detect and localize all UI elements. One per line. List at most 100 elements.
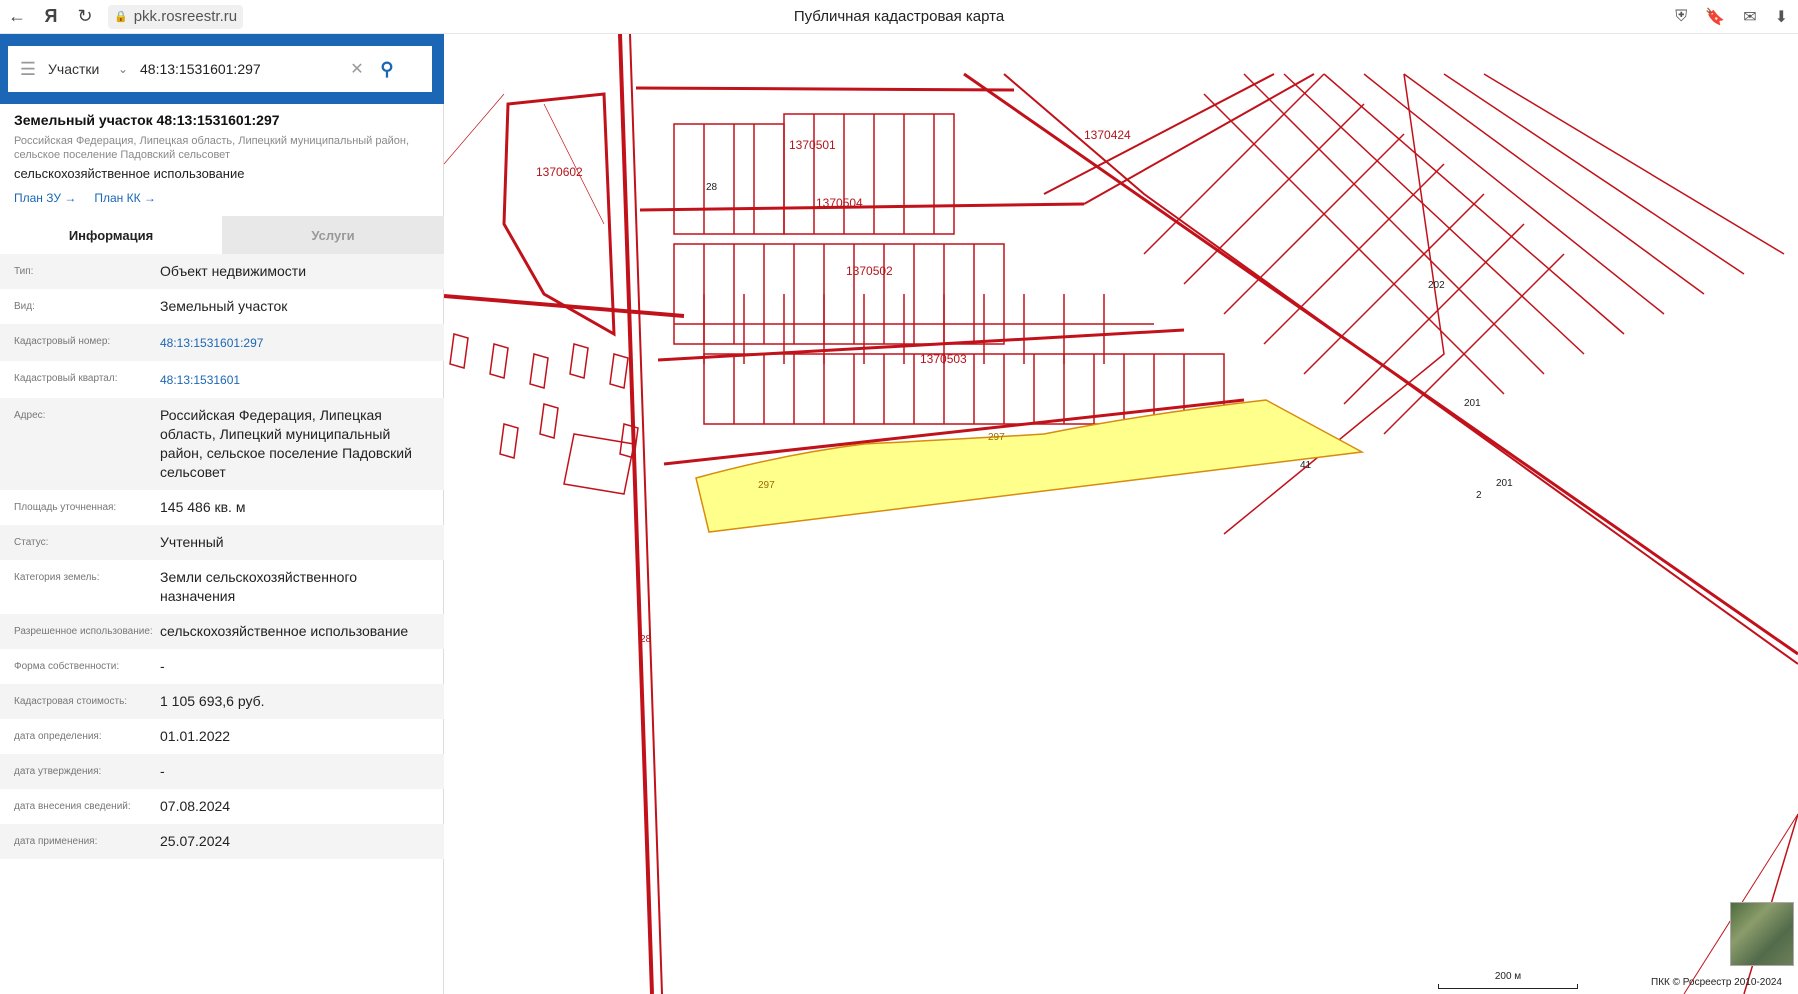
info-label: дата внесения сведений: — [14, 801, 131, 812]
info-value: 07.08.2024 — [160, 798, 231, 814]
plan-zu-link[interactable]: План ЗУ → — [14, 191, 76, 205]
info-row-application-date: дата применения: 25.07.2024 — [0, 824, 444, 859]
info-value: - — [160, 763, 165, 779]
map-label: 1370503 — [920, 352, 967, 366]
info-row-status: Статус: Учтенный — [0, 525, 444, 560]
map-label: 1370602 — [536, 165, 583, 179]
object-type-select[interactable]: Участки — [48, 61, 118, 77]
info-value: 01.01.2022 — [160, 728, 231, 744]
map-label: 1370501 — [789, 138, 836, 152]
info-value: Земли сельскохозяйственного назначения — [160, 569, 358, 604]
info-row-land-category: Категория земель: Земли сельскохозяйствен… — [0, 560, 444, 614]
info-row-cadastral-number: Кадастровый номер: 48:13:1531601:297 — [0, 324, 444, 361]
cadastral-number-link[interactable]: 48:13:1531601:297 — [160, 332, 430, 353]
extension-icon[interactable]: ✉ — [1743, 7, 1756, 27]
cadastral-map[interactable]: 1370602 1370501 1370504 1370502 1370503 … — [444, 34, 1798, 994]
info-value: Земельный участок — [160, 298, 288, 314]
selected-parcel[interactable] — [695, 399, 1365, 533]
map-label: 201 — [1496, 478, 1513, 489]
map-label: 1370424 — [1084, 128, 1131, 142]
info-row-cadastral-value: Кадастровая стоимость: 1 105 693,6 руб. — [0, 684, 444, 719]
copyright: ПКК © Росреестр 2010-2024 — [1651, 977, 1782, 988]
info-row-entry-date: дата внесения сведений: 07.08.2024 — [0, 789, 444, 824]
parcel-lines — [444, 34, 1798, 994]
protect-icon[interactable]: ⛨ — [1675, 8, 1687, 26]
info-value: 1 105 693,6 руб. — [160, 693, 265, 709]
scale-line — [1438, 984, 1578, 989]
plan-links: План ЗУ → План КК → — [14, 191, 434, 205]
scale-label: 200 м — [1494, 971, 1522, 982]
info-row-permitted-use: Разрешенное использование: сельскохозяйст… — [0, 614, 444, 649]
info-row-type: Тип: Объект недвижимости — [0, 254, 444, 289]
lock-icon: 🔒 — [114, 11, 128, 23]
info-table: Тип: Объект недвижимости Вид: Земельный уч… — [0, 254, 444, 859]
search-input[interactable] — [140, 61, 345, 77]
clear-icon[interactable]: ✕ — [345, 59, 369, 79]
object-title: Земельный участок 48:13:1531601:297 — [14, 112, 280, 128]
info-label: Категория земель: — [14, 572, 100, 583]
back-icon[interactable]: ← — [0, 0, 34, 34]
info-label: Тип: — [14, 266, 34, 277]
map-label: 201 — [1464, 398, 1481, 409]
info-value: 145 486 кв. м — [160, 499, 246, 515]
tabs: Информация Услуги — [0, 216, 444, 254]
info-row-area: Площадь уточненная: 145 486 кв. м — [0, 490, 444, 525]
map-label: 202 — [1428, 280, 1445, 291]
map-label: 1370504 — [816, 196, 863, 210]
scale-bar: 200 м — [1438, 971, 1578, 989]
info-value: Российская Федерация, Липецкая область, … — [160, 407, 412, 480]
info-row-approval-date: дата утверждения: - — [0, 754, 444, 789]
parcel-number-label: 297 — [758, 480, 775, 491]
info-label: Форма собственности: — [14, 661, 120, 672]
info-label: дата определения: — [14, 731, 102, 742]
reload-icon[interactable]: ↻ — [68, 0, 102, 34]
info-row-cadastral-quarter: Кадастровый квартал: 48:13:1531601 — [0, 361, 444, 398]
map-label: 28 — [706, 182, 718, 193]
info-label: Разрешенное использование: — [14, 626, 153, 637]
map-canvas — [444, 34, 1798, 994]
search-icon[interactable]: ⚲ — [369, 59, 405, 80]
info-label: Адрес: — [14, 410, 46, 421]
info-value: Учтенный — [160, 534, 224, 550]
info-label: дата утверждения: — [14, 766, 102, 777]
downloads-icon[interactable]: ⬇ — [1775, 7, 1788, 27]
cadastral-quarter-link[interactable]: 48:13:1531601 — [160, 369, 430, 390]
url-text: pkk.rosreestr.ru — [133, 8, 238, 25]
info-label: Площадь уточненная: — [14, 502, 117, 513]
chevron-down-icon[interactable]: ⌄ — [118, 62, 140, 76]
info-row-determination-date: дата определения: 01.01.2022 — [0, 719, 444, 754]
menu-icon[interactable]: ☰ — [8, 59, 48, 80]
info-label: Кадастровая стоимость: — [14, 696, 128, 707]
object-usage: сельскохозяйственное использование — [14, 166, 245, 181]
search-box: ☰ Участки ⌄ ✕ ⚲ — [8, 46, 432, 92]
bookmark-icon[interactable]: 🔖 — [1705, 7, 1725, 27]
map-label: 28 — [640, 634, 652, 645]
object-address: Российская Федерация, Липецкая область, … — [14, 135, 410, 161]
map-label: 41 — [1300, 460, 1312, 471]
browser-toolbar: ← Я ↻ 🔒 pkk.rosreestr.ru — [0, 0, 1798, 34]
map-label: 1370502 — [846, 264, 893, 278]
yandex-icon[interactable]: Я — [34, 0, 68, 34]
parcel-number-label: 297 — [988, 432, 1005, 443]
info-row-ownership: Форма собственности: - — [0, 649, 444, 684]
browser-actions: ⛨ 🔖 ✉ ⬇ — [1675, 0, 1788, 34]
info-sidebar: ☰ Участки ⌄ ✕ ⚲ ‹ Земельный участок 48:1… — [0, 34, 460, 994]
address-bar[interactable]: 🔒 pkk.rosreestr.ru — [108, 4, 244, 29]
info-label: Вид: — [14, 301, 35, 312]
info-value: 25.07.2024 — [160, 833, 231, 849]
info-row-address: Адрес: Российская Федерация, Липецкая обл… — [0, 398, 444, 490]
info-row-kind: Вид: Земельный участок — [0, 289, 444, 324]
info-label: дата применения: — [14, 836, 98, 847]
object-header: Земельный участок 48:13:1531601:297 Росс… — [14, 112, 434, 242]
info-label: Кадастровый квартал: — [14, 373, 118, 384]
info-value: - — [160, 658, 165, 674]
tab-services[interactable]: Услуги — [222, 216, 444, 254]
info-label: Статус: — [14, 537, 49, 548]
info-label: Кадастровый номер: — [14, 336, 111, 347]
tab-info[interactable]: Информация — [0, 216, 222, 254]
basemap-switch-thumbnail[interactable] — [1730, 902, 1794, 966]
search-panel: ☰ Участки ⌄ ✕ ⚲ ‹ — [0, 34, 460, 104]
info-value: Объект недвижимости — [160, 263, 307, 279]
map-label: 2 — [1476, 490, 1482, 501]
plan-kk-link[interactable]: План КК → — [94, 191, 156, 205]
